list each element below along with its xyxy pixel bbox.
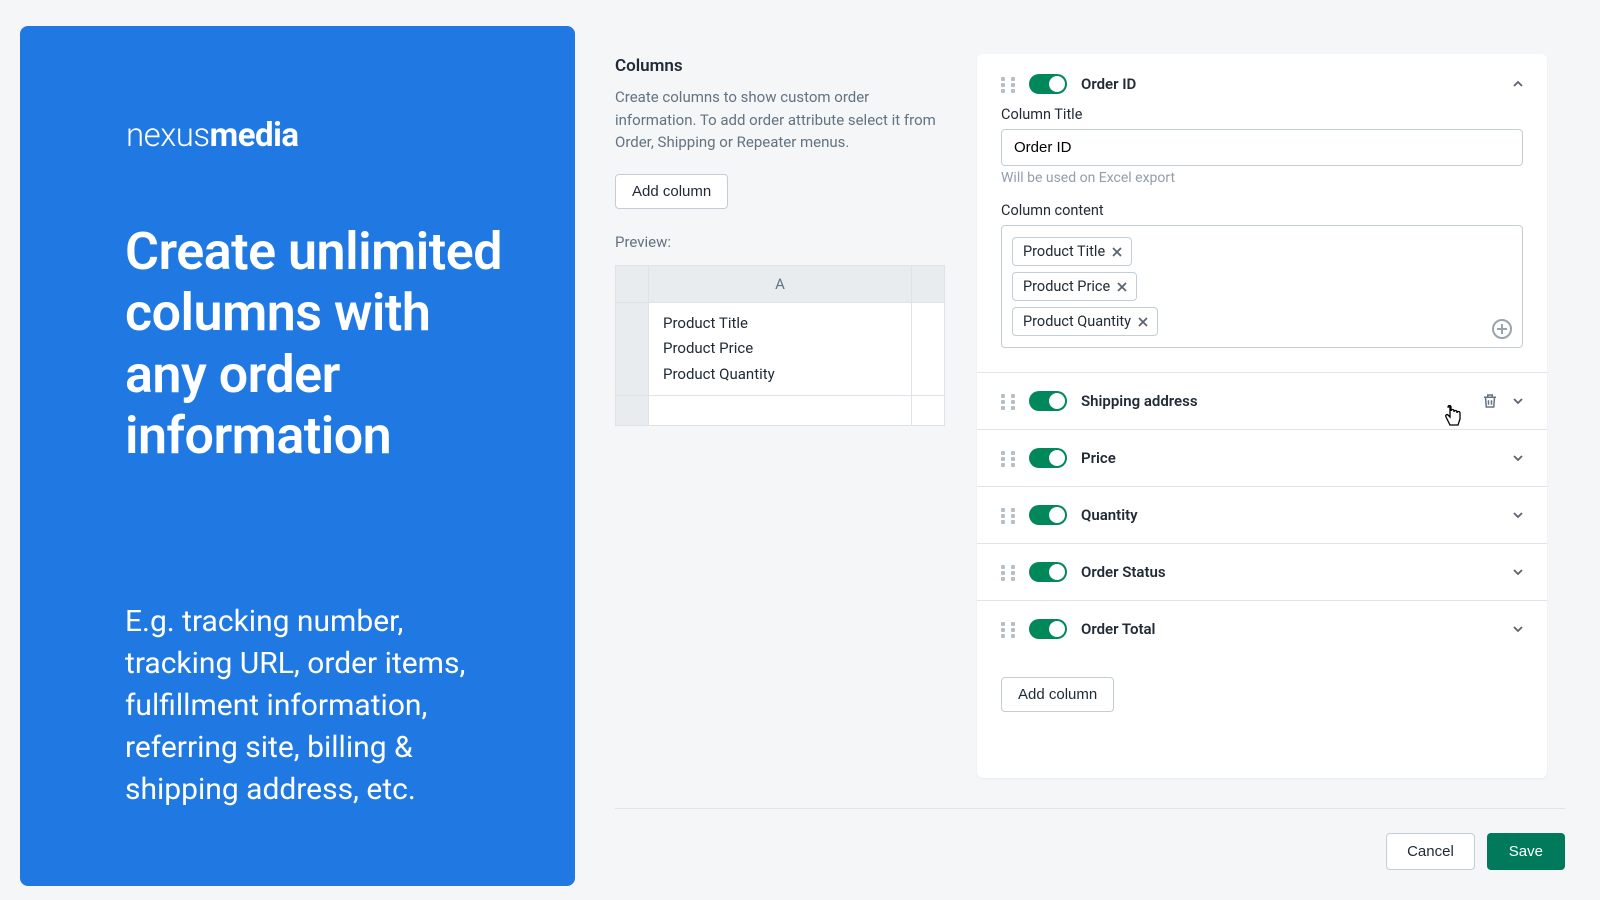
- content-tag: Product Quantity: [1012, 307, 1158, 336]
- drag-handle-icon[interactable]: [1001, 508, 1015, 522]
- column-toggle[interactable]: [1029, 562, 1067, 582]
- drag-handle-icon[interactable]: [1001, 394, 1015, 408]
- column-item-shipping: Shipping address: [977, 373, 1547, 430]
- column-title: Order Status: [1081, 563, 1499, 581]
- column-item-order-id: Order ID Column Title Will be used on Ex…: [977, 54, 1547, 373]
- drag-handle-icon[interactable]: [1001, 565, 1015, 579]
- page-footer: Cancel Save: [615, 808, 1565, 880]
- preview-header-a: A: [649, 265, 912, 302]
- drag-handle-icon[interactable]: [1001, 622, 1015, 636]
- column-title-hint: Will be used on Excel export: [1001, 170, 1523, 186]
- preview-items: Product Title Product Price Product Quan…: [663, 311, 897, 388]
- logo-thin: nexus: [126, 116, 210, 155]
- content-tag: Product Price: [1012, 272, 1137, 301]
- column-title: Order Total: [1081, 620, 1499, 638]
- save-button[interactable]: Save: [1487, 833, 1565, 870]
- logo: nexusmedia: [126, 116, 299, 155]
- logo-bold: media: [210, 116, 299, 155]
- preview-header-empty: [912, 265, 945, 302]
- preview-corner-cell: [616, 265, 649, 302]
- column-item-order-status: Order Status: [977, 544, 1547, 601]
- drag-handle-icon[interactable]: [1001, 77, 1015, 91]
- column-content-area[interactable]: Product Title Product Price Product Quan…: [1001, 225, 1523, 348]
- preview-item: Product Quantity: [663, 362, 897, 388]
- preview-item: Product Price: [663, 336, 897, 362]
- column-item-price: Price: [977, 430, 1547, 487]
- remove-tag-icon[interactable]: [1137, 316, 1149, 328]
- expand-icon[interactable]: [1513, 396, 1523, 406]
- preview-label: Preview:: [615, 233, 945, 251]
- column-toggle[interactable]: [1029, 391, 1067, 411]
- subtext: E.g. tracking number, tracking URL, orde…: [125, 601, 490, 811]
- columns-list: Order ID Column Title Will be used on Ex…: [977, 54, 1547, 778]
- expand-icon[interactable]: [1513, 453, 1523, 463]
- column-item-quantity: Quantity: [977, 487, 1547, 544]
- collapse-icon[interactable]: [1513, 79, 1523, 89]
- column-toggle[interactable]: [1029, 74, 1067, 94]
- drag-handle-icon[interactable]: [1001, 451, 1015, 465]
- remove-tag-icon[interactable]: [1116, 281, 1128, 293]
- column-toggle[interactable]: [1029, 619, 1067, 639]
- column-title: Quantity: [1081, 506, 1499, 524]
- delete-icon[interactable]: [1481, 392, 1499, 410]
- column-toggle[interactable]: [1029, 505, 1067, 525]
- column-title: Order ID: [1081, 75, 1499, 93]
- add-column-button-bottom[interactable]: Add column: [1001, 677, 1114, 712]
- column-content-label: Column content: [1001, 202, 1523, 219]
- cancel-button[interactable]: Cancel: [1386, 833, 1475, 870]
- expand-icon[interactable]: [1513, 510, 1523, 520]
- add-tag-icon[interactable]: [1492, 319, 1512, 339]
- expand-icon[interactable]: [1513, 624, 1523, 634]
- add-column-button[interactable]: Add column: [615, 174, 728, 209]
- column-title: Shipping address: [1081, 392, 1467, 410]
- content-tag: Product Title: [1012, 237, 1132, 266]
- column-toggle[interactable]: [1029, 448, 1067, 468]
- preview-item: Product Title: [663, 311, 897, 337]
- column-title-label: Column Title: [1001, 106, 1523, 123]
- remove-tag-icon[interactable]: [1111, 246, 1123, 258]
- column-item-order-total: Order Total: [977, 601, 1547, 657]
- promo-panel: nexusmedia Create unlimited columns with…: [20, 26, 575, 886]
- preview-table: A Product Title Product Price Product Qu…: [615, 265, 945, 427]
- columns-section-desc: Create columns to show custom order info…: [615, 86, 945, 154]
- expand-icon[interactable]: [1513, 567, 1523, 577]
- columns-section-title: Columns: [615, 56, 945, 76]
- column-title: Price: [1081, 449, 1499, 467]
- column-title-input[interactable]: [1001, 129, 1523, 166]
- headline: Create unlimited columns with any order …: [125, 221, 520, 466]
